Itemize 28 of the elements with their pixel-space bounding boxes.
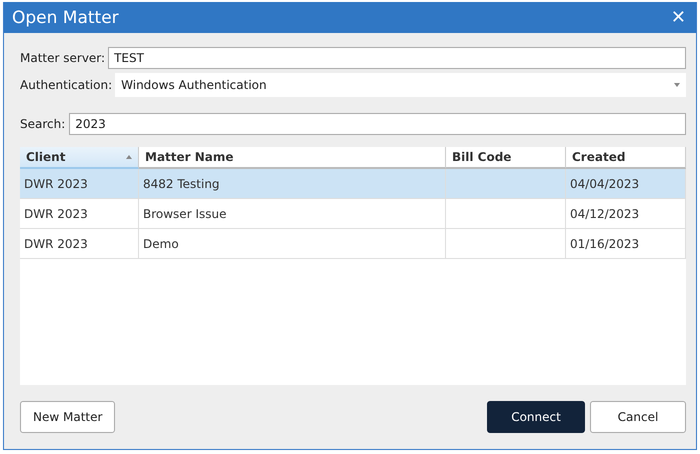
- dialog-button[interactable]: New Matter: [20, 401, 116, 433]
- dialog-button[interactable]: Cancel: [590, 401, 686, 433]
- sort-arrow-icon: [126, 155, 132, 159]
- table-cell: DWR 2023: [20, 229, 139, 259]
- table-cell: Demo: [139, 229, 446, 259]
- table-cell: Browser Issue: [139, 199, 446, 229]
- header-label: Client: [26, 150, 66, 164]
- header-label: Bill Code: [452, 150, 512, 164]
- dropdown-value: Windows Authentication: [121, 78, 267, 92]
- table-cell: 8482 Testing: [139, 169, 446, 199]
- caret-icon: [674, 83, 680, 87]
- header-label: Matter Name: [145, 150, 234, 164]
- header-label: Created: [572, 150, 626, 164]
- window-title: Open Matter: [12, 8, 119, 28]
- column-header[interactable]: Client: [20, 147, 139, 169]
- field-label: Authentication:: [20, 78, 112, 92]
- table-cell: DWR 2023: [20, 169, 139, 199]
- table-cell: 04/12/2023: [566, 199, 686, 229]
- table-cell: 01/16/2023: [566, 229, 686, 259]
- table-cell: DWR 2023: [20, 199, 139, 229]
- table-cell: 04/04/2023: [566, 169, 686, 199]
- authentication-dropdown[interactable]: Windows Authentication: [115, 73, 686, 97]
- field-label: Search:: [20, 117, 66, 131]
- close-button[interactable]: ✕: [668, 7, 688, 28]
- search-field[interactable]: 2023: [69, 113, 686, 135]
- field-label: Matter server:: [20, 51, 106, 65]
- dialog-button[interactable]: Connect: [487, 401, 585, 433]
- server-field[interactable]: TEST: [108, 47, 686, 69]
